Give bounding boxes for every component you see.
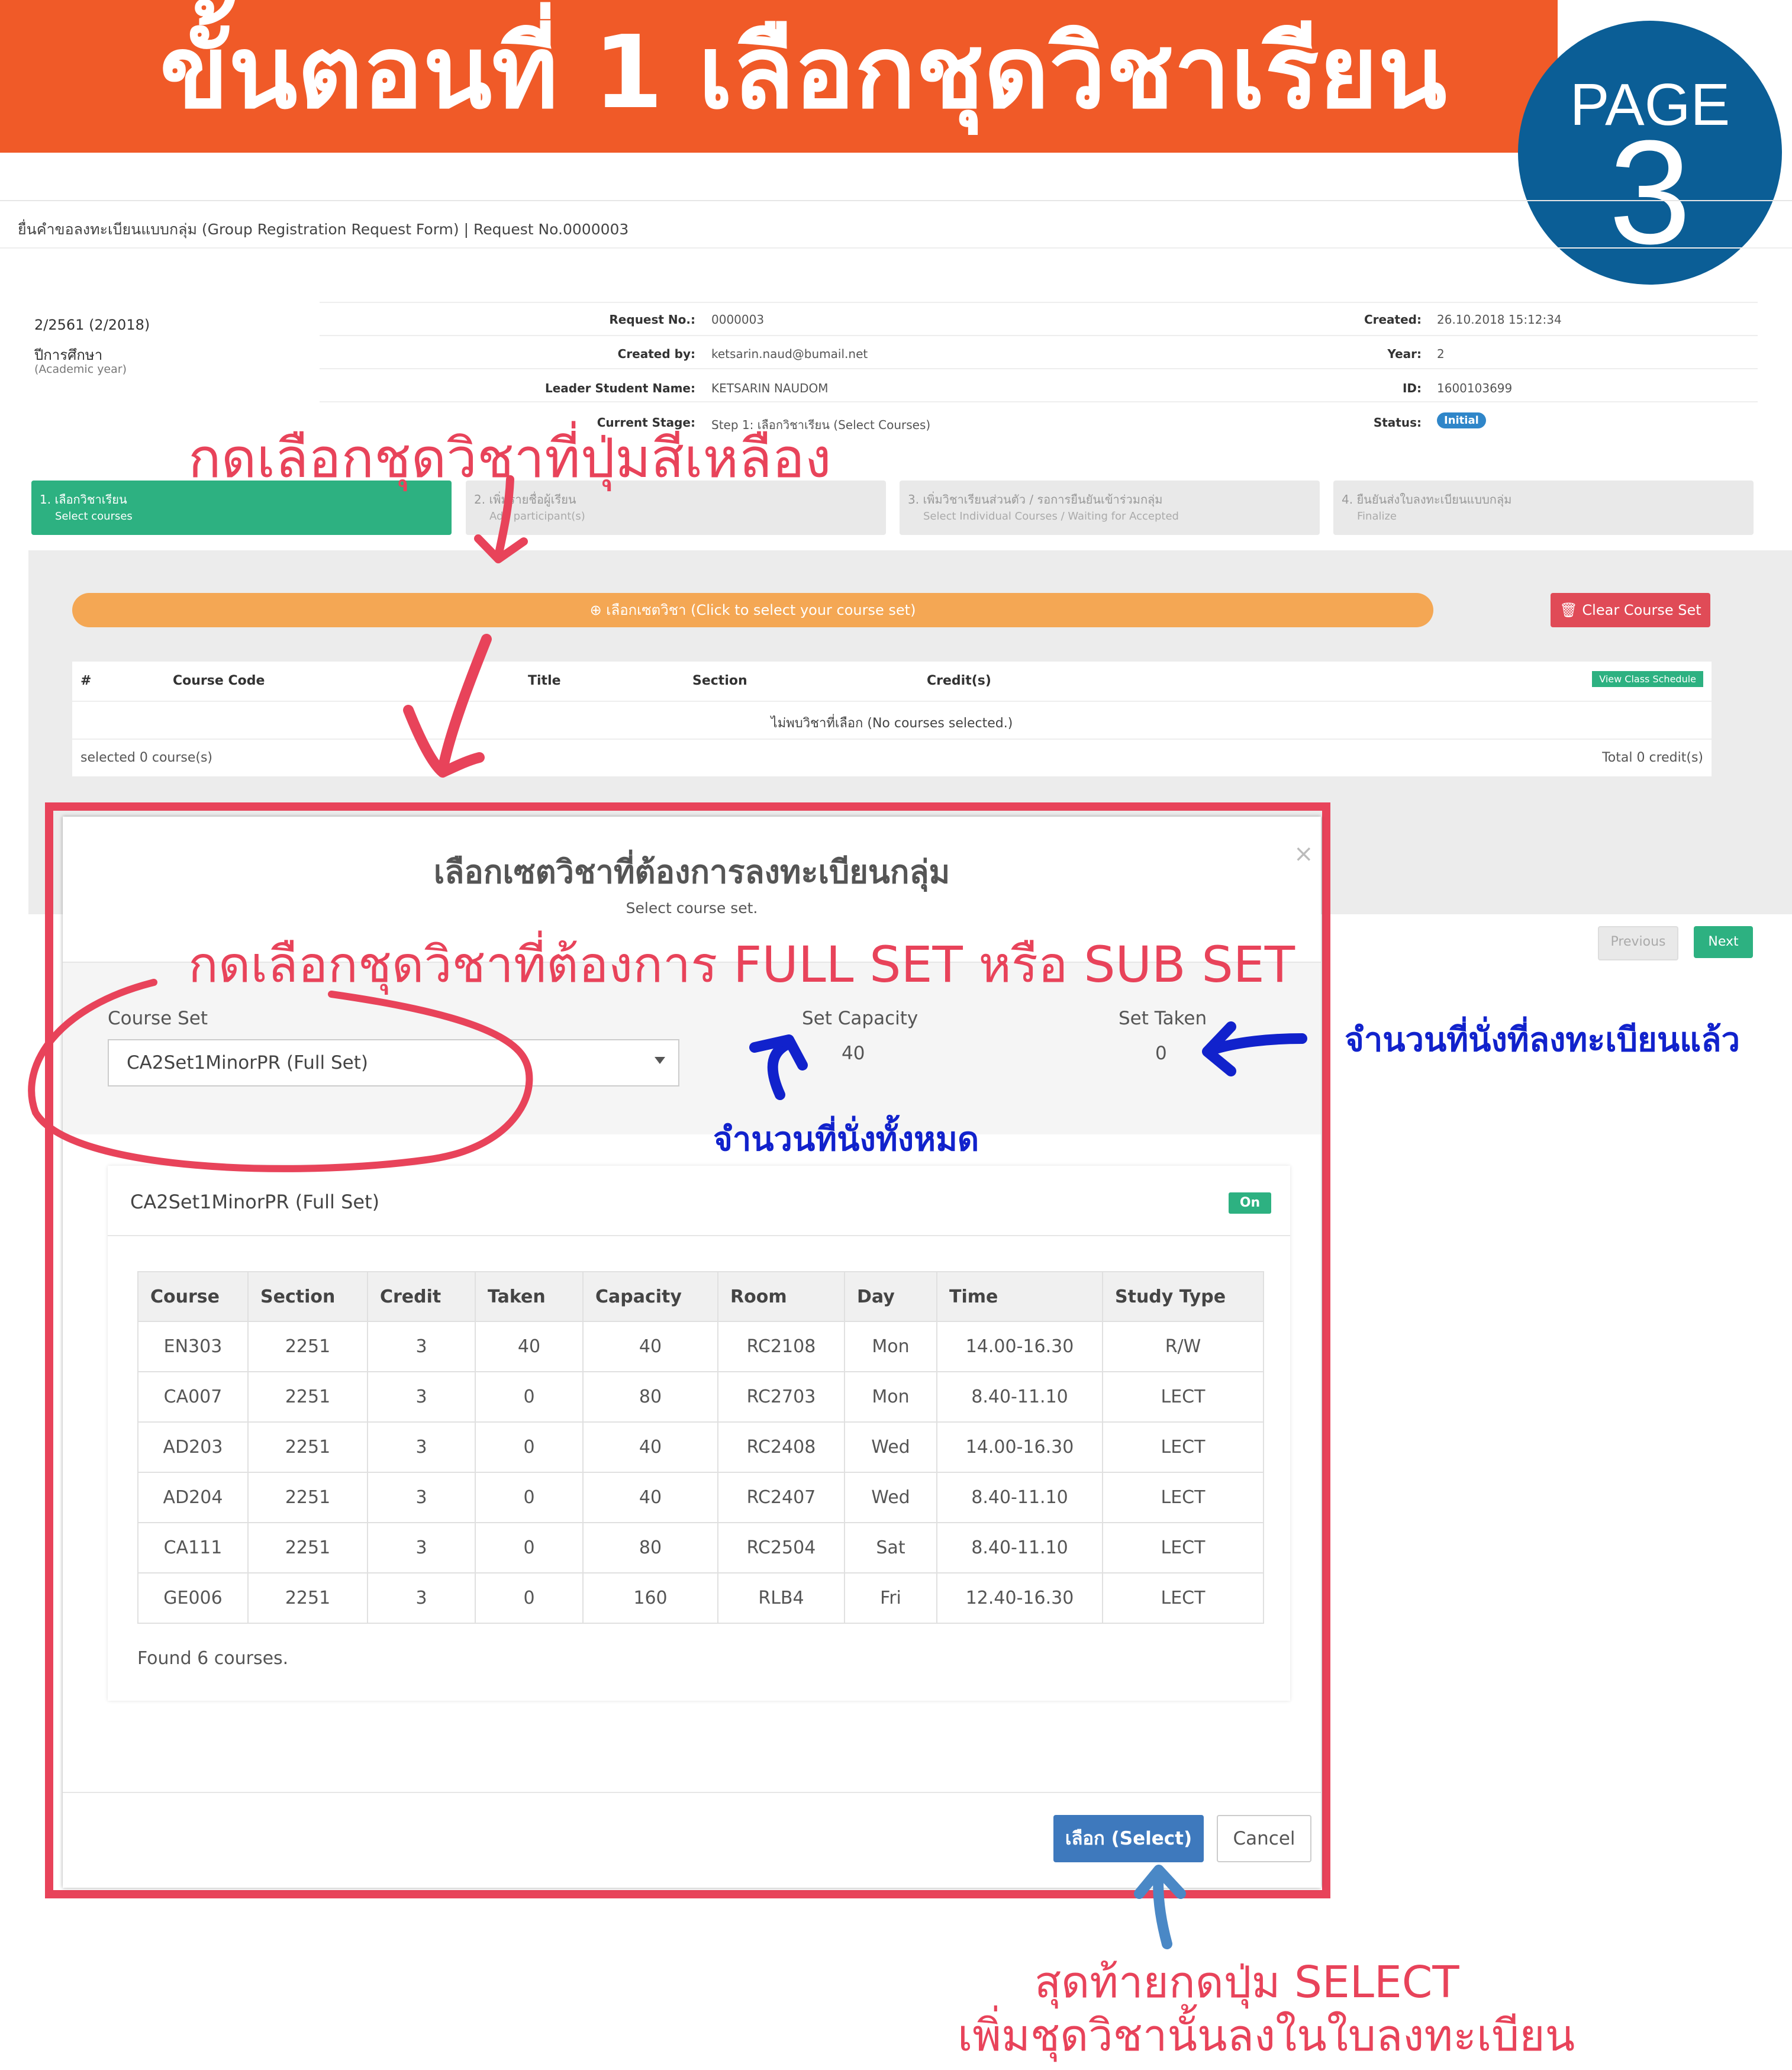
arrow-to-set-capacity bbox=[767, 1039, 792, 1100]
annotation-circle bbox=[28, 979, 533, 1172]
annotation-overlay bbox=[28, 475, 1307, 1949]
arrow-to-yellow-button bbox=[494, 475, 514, 560]
arrow-to-modal bbox=[437, 634, 492, 775]
